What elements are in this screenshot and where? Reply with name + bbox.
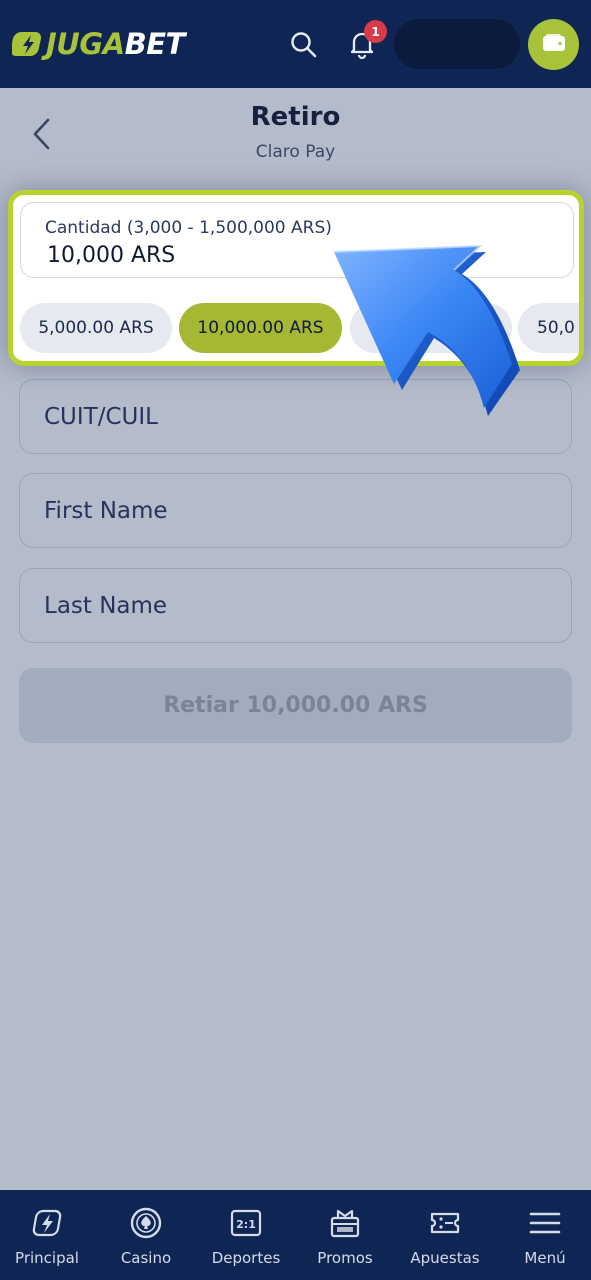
search-icon[interactable] [288, 29, 320, 61]
nav-item-menu[interactable]: Menú [496, 1190, 591, 1280]
amount-chip-5000[interactable]: 5,000.00 ARS [20, 303, 172, 353]
pointer-arrow-icon [328, 244, 528, 420]
logo-juga-text: JUGA [46, 27, 125, 61]
wallet-icon [541, 32, 567, 58]
page-title: Retiro [250, 102, 341, 132]
nav-label-casino: Casino [120, 1249, 172, 1267]
spade-chip-icon [129, 1206, 163, 1240]
lightning-icon [12, 29, 46, 59]
balance-display[interactable] [394, 19, 520, 69]
notification-badge: 1 [364, 20, 387, 43]
app-header: JUGABET 1 [0, 0, 591, 88]
wallet-button[interactable] [528, 19, 579, 70]
nav-item-deportes[interactable]: 2:1 Deportes [197, 1190, 295, 1280]
menu-icon [528, 1206, 562, 1240]
odds-icon: 2:1 [229, 1206, 263, 1240]
nav-item-principal[interactable]: Principal [0, 1190, 96, 1280]
nav-label-apuestas: Apuestas [410, 1249, 480, 1267]
nav-item-apuestas[interactable]: Apuestas [396, 1190, 494, 1280]
gift-icon [328, 1206, 362, 1240]
nav-label-deportes: Deportes [211, 1249, 281, 1267]
nav-label-menu: Menú [524, 1249, 566, 1267]
ticket-icon [428, 1206, 462, 1240]
nav-item-promos[interactable]: Promos [296, 1190, 394, 1280]
amount-label: Cantidad (3,000 - 1,500,000 ARS) [45, 218, 332, 238]
jugabet-logo[interactable]: JUGABET [12, 26, 185, 62]
last-name-field[interactable]: Last Name [19, 568, 572, 643]
logo-bet-text: BET [124, 27, 186, 61]
svg-text:2:1: 2:1 [236, 1218, 256, 1231]
bottom-navigation: Principal Casino 2:1 Deportes Promos Apu… [0, 1190, 591, 1280]
amount-chip-10000[interactable]: 10,000.00 ARS [179, 303, 342, 353]
withdraw-submit-button[interactable]: Retiar 10,000.00 ARS [19, 668, 572, 743]
nav-item-casino[interactable]: Casino [97, 1190, 195, 1280]
nav-label-principal: Principal [15, 1249, 79, 1267]
nav-label-promos: Promos [317, 1249, 373, 1267]
first-name-field[interactable]: First Name [19, 473, 572, 548]
page-subtitle: Claro Pay [255, 142, 336, 162]
lightning-icon [30, 1206, 64, 1240]
amount-value: 10,000 ARS [47, 243, 176, 268]
